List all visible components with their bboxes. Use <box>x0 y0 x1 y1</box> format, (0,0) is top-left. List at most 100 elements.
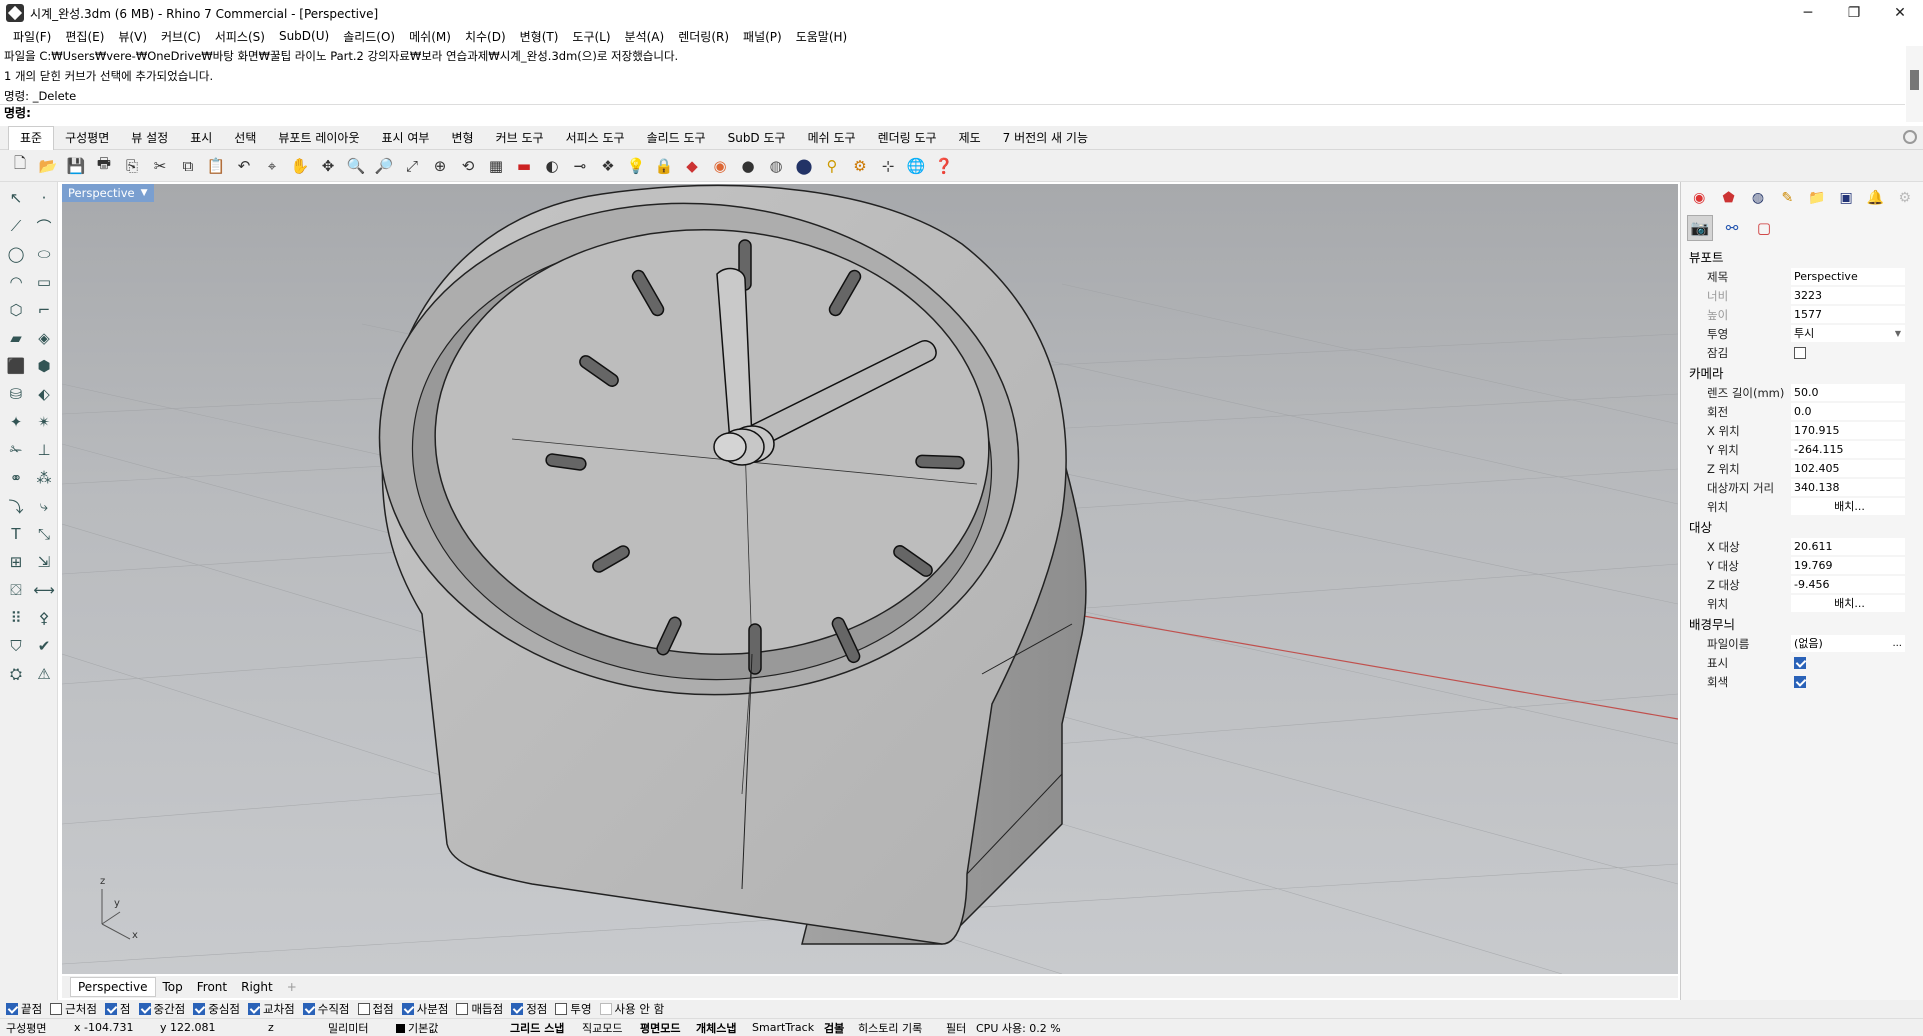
osnap-end[interactable]: 끝점 <box>6 1001 42 1017</box>
tab-drafting[interactable]: 제도 <box>948 129 992 146</box>
tab-visibility[interactable]: 표시 여부 <box>371 129 441 146</box>
polyline-icon[interactable]: ⟋ <box>4 214 28 238</box>
osnap-tangent[interactable]: 접점 <box>357 1001 394 1017</box>
copy-icon[interactable]: ⧉ <box>176 154 200 178</box>
surface-edge-icon[interactable]: ◈ <box>32 326 56 350</box>
status-ortho[interactable]: 직교모드 <box>582 1020 640 1036</box>
osnap-checkbox[interactable] <box>193 1003 206 1015</box>
lamp-icon[interactable]: ⚲ <box>820 154 844 178</box>
menu-surface[interactable]: 서피스(S) <box>208 28 272 45</box>
curve-icon[interactable]: ⌒ <box>32 214 56 238</box>
tab-mesh-tools[interactable]: 메쉬 도구 <box>797 129 867 146</box>
menu-render[interactable]: 렌더링(R) <box>671 28 736 45</box>
osnap-checkbox[interactable] <box>357 1003 370 1015</box>
undo-icon[interactable]: ↶ <box>232 154 256 178</box>
cylinder-icon[interactable]: ⛁ <box>4 382 28 406</box>
tilt-icon[interactable]: ◐ <box>540 154 564 178</box>
osnap-checkbox[interactable] <box>6 1003 18 1015</box>
menu-mesh[interactable]: 메쉬(M) <box>402 28 458 45</box>
zoom-extents-icon[interactable]: ⤢ <box>400 154 424 178</box>
light-icon[interactable]: 💡 <box>624 154 648 178</box>
tab-display[interactable]: 표시 <box>179 129 223 146</box>
dimension-tool-icon[interactable]: ⟷ <box>32 578 56 602</box>
menu-subd[interactable]: SubD(U) <box>272 29 336 43</box>
circle-icon[interactable]: ◯ <box>4 242 28 266</box>
menu-analyze[interactable]: 분석(A) <box>618 28 672 45</box>
menu-solid[interactable]: 솔리드(O) <box>336 28 402 45</box>
select-icon[interactable]: ⌖ <box>260 154 284 178</box>
brush-icon[interactable]: ✎ <box>1777 187 1797 209</box>
status-gumball[interactable]: 검볼 <box>824 1020 858 1036</box>
tab-new-in-v7[interactable]: 7 버전의 새 기능 <box>992 129 1099 146</box>
osnap-checkbox[interactable] <box>456 1003 469 1015</box>
osnap-checkbox[interactable] <box>104 1003 117 1015</box>
tab-settings-gear-icon[interactable] <box>1903 130 1917 144</box>
target-distance-field[interactable]: 340.138 <box>1791 479 1905 496</box>
status-smarttrack[interactable]: SmartTrack <box>752 1021 824 1034</box>
undo-view-icon[interactable]: ⟲ <box>456 154 480 178</box>
material-icon[interactable]: ⬟ <box>1718 187 1738 209</box>
viewport-tab-perspective[interactable]: Perspective <box>70 977 156 997</box>
tab-select[interactable]: 선택 <box>223 129 267 146</box>
move-icon[interactable]: ⇲ <box>32 550 56 574</box>
perspective-viewport[interactable]: Perspective ▼ z y x <box>62 184 1678 974</box>
viewport-tab-front[interactable]: Front <box>190 980 234 994</box>
tab-solid-tools[interactable]: 솔리드 도구 <box>636 129 717 146</box>
command-prompt[interactable]: 명령: <box>0 104 1905 122</box>
group-icon[interactable]: ⁂ <box>32 466 56 490</box>
open-file-icon[interactable]: 📂 <box>36 154 60 178</box>
osnap-checkbox[interactable] <box>511 1003 524 1015</box>
color-icon[interactable]: ◉ <box>1689 187 1709 209</box>
camera-icon[interactable]: 📷 <box>1687 215 1713 241</box>
cut-icon[interactable]: ✂ <box>148 154 172 178</box>
osnap-knot[interactable]: 매듭점 <box>456 1001 503 1017</box>
split-icon[interactable]: ⊥ <box>32 438 56 462</box>
fillet-icon[interactable]: ⤵ <box>4 494 28 518</box>
text-icon[interactable]: T <box>4 522 28 546</box>
command-scrollbar[interactable] <box>1906 46 1923 122</box>
color-wheel-icon[interactable]: ◉ <box>708 154 732 178</box>
tab-surface-tools[interactable]: 서피스 도구 <box>555 129 636 146</box>
menu-edit[interactable]: 편집(E) <box>58 28 111 45</box>
osnap-vertex[interactable]: 정점 <box>511 1001 547 1017</box>
check-icon[interactable]: ✔ <box>32 634 56 658</box>
help-icon[interactable]: ❓ <box>932 154 956 178</box>
rotation-field[interactable]: 0.0 <box>1791 403 1905 420</box>
gumball-icon[interactable]: ⚴ <box>32 606 56 630</box>
array-icon[interactable]: ⊞ <box>4 550 28 574</box>
y-position-field[interactable]: -264.115 <box>1791 441 1905 458</box>
block-icon[interactable]: ⛋ <box>4 578 28 602</box>
gray-checkbox[interactable] <box>1794 676 1806 688</box>
pan-icon[interactable]: ✋ <box>288 154 312 178</box>
browse-button[interactable]: ... <box>1892 635 1902 652</box>
shaded-icon[interactable]: ● <box>736 154 760 178</box>
osnap-checkbox[interactable] <box>555 1003 568 1015</box>
box-icon[interactable]: ⬛ <box>4 354 28 378</box>
plane-icon[interactable]: ⊸ <box>568 154 592 178</box>
print-icon[interactable]: 🖶 <box>92 154 116 178</box>
menu-panels[interactable]: 패널(P) <box>736 28 789 45</box>
osnap-quad[interactable]: 사분점 <box>401 1001 448 1017</box>
projection-select[interactable]: 투시 ▼ <box>1791 325 1905 342</box>
polygon-icon[interactable]: ⬡ <box>4 298 28 322</box>
restore-button[interactable]: ❐ <box>1831 0 1877 26</box>
grid-array-icon[interactable]: ⠿ <box>4 606 28 630</box>
material-icon[interactable]: ◆ <box>680 154 704 178</box>
four-views-icon[interactable]: ▦ <box>484 154 508 178</box>
environment-icon[interactable]: ◍ <box>1748 187 1768 209</box>
osnap-intersection[interactable]: 교차점 <box>248 1001 295 1017</box>
menu-transform[interactable]: 변형(T) <box>513 28 566 45</box>
warning-icon[interactable]: ⚠ <box>32 662 56 686</box>
y-target-field[interactable]: 19.769 <box>1791 557 1905 574</box>
more-icon[interactable]: ⚙ <box>1895 187 1915 209</box>
rendered-icon[interactable]: ◍ <box>764 154 788 178</box>
target-place-button[interactable]: 배치... <box>1791 595 1905 612</box>
close-button[interactable]: ✕ <box>1877 0 1923 26</box>
menu-tools[interactable]: 도구(L) <box>565 28 617 45</box>
filename-field[interactable]: (없음)... <box>1791 635 1905 652</box>
add-viewport-tab-button[interactable]: + <box>280 980 304 994</box>
osnap-point[interactable]: 점 <box>104 1001 131 1017</box>
save-icon[interactable]: 💾 <box>64 154 88 178</box>
minimize-button[interactable]: ─ <box>1785 0 1831 26</box>
new-file-icon[interactable]: 🗋 <box>8 154 32 178</box>
